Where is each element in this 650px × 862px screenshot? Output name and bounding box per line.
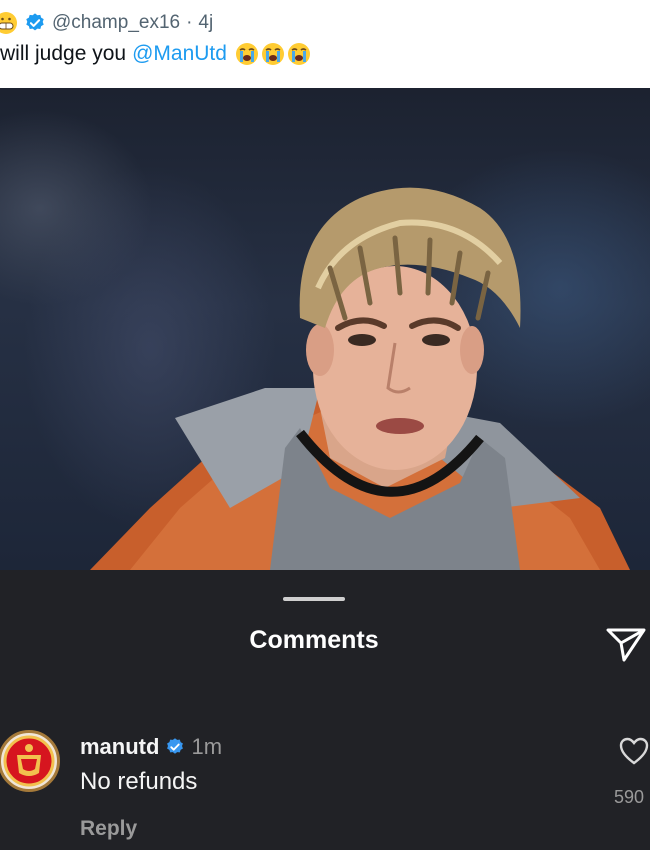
tweet-time[interactable]: 4j [198,12,213,34]
tweet-text: will judge you @ManUtd [0,42,311,66]
comment-author: manutd 1m [80,734,222,760]
send-icon[interactable] [604,624,648,664]
tweet-mention-link[interactable]: @ManUtd [132,42,227,66]
comment-text: No refunds [80,768,198,795]
avatar[interactable] [0,730,60,792]
bottom-strip [0,850,650,862]
emoji-row [235,42,311,66]
tweet-text-prefix: will judge you [0,42,127,65]
crying-face-emoji-icon [287,43,310,65]
verified-badge-icon [26,13,44,31]
player-photo-illustration [90,187,630,570]
post-photo[interactable] [0,88,650,570]
manutd-crest-icon [3,735,55,787]
like-count: 590 [614,787,645,807]
tweet-header: @champ_ex16 · 4j will judge you @ManUtd [0,0,650,88]
comment-time: 1m [191,734,223,759]
comments-sheet: Comments manutd 1m No refunds Reply 590 [0,570,650,850]
reply-button[interactable]: Reply [80,817,137,841]
tweet-meta-row: @champ_ex16 · 4j [0,10,213,36]
heart-icon[interactable] [619,737,649,765]
verified-badge-icon [167,738,184,754]
drag-handle[interactable] [283,597,345,601]
tweet-separator: · [186,12,193,33]
comments-title: Comments [249,626,379,654]
tweet-handle[interactable]: @champ_ex16 [52,12,180,34]
crying-face-emoji-icon [261,43,284,65]
crying-face-emoji-icon [235,43,258,65]
comment-username[interactable]: manutd [80,734,159,760]
grinning-face-emoji-icon [0,12,17,34]
